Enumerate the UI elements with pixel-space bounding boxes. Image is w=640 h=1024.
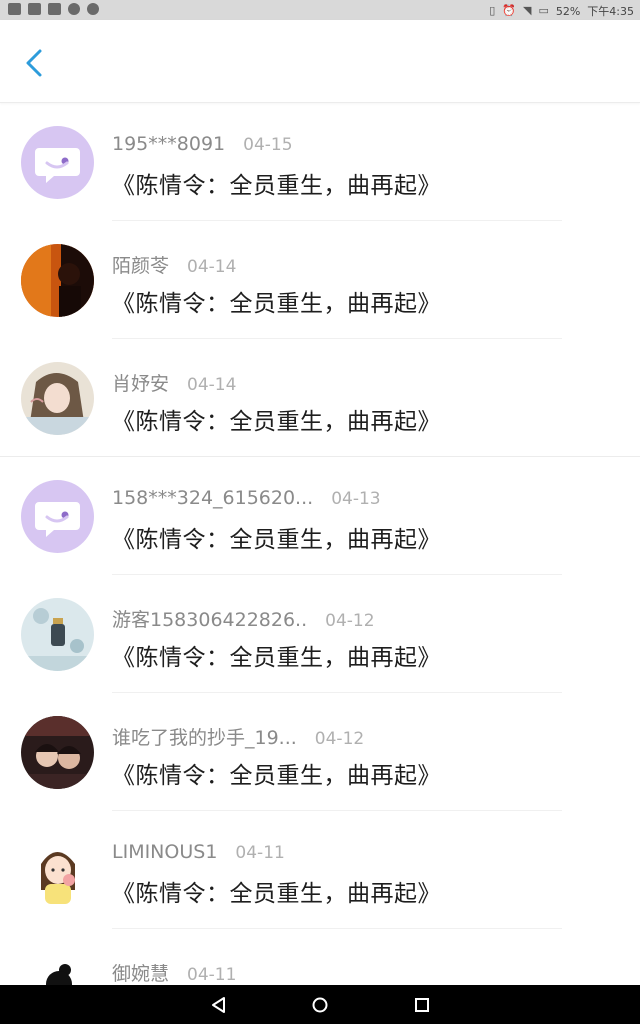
message: 《陈情令：全员重生，曲再起》 xyxy=(112,763,441,789)
list-item[interactable]: 肖妤安 04-14 《陈情令：全员重生，曲再起》 xyxy=(0,339,640,457)
avatar[interactable] xyxy=(21,598,94,671)
list-item[interactable]: 御婉慧 04-11 xyxy=(0,929,640,985)
app-icon xyxy=(48,3,61,15)
item-meta: 195***8091 04-15 xyxy=(112,133,293,155)
chevron-left-icon xyxy=(26,49,42,77)
date: 04-12 xyxy=(325,611,375,631)
avatar[interactable] xyxy=(21,126,94,199)
list-item[interactable]: 158***324_615620... 04-13 《陈情令：全员重生，曲再起》 xyxy=(0,457,640,575)
circle-icon xyxy=(68,3,80,15)
comment-list: 195***8091 04-15 《陈情令：全员重生，曲再起》 陌颜苓 04-1… xyxy=(0,103,640,985)
vibrate-icon: ▯ xyxy=(489,4,496,17)
alarm-icon: ⏰ xyxy=(502,4,516,17)
nav-recents-button[interactable] xyxy=(410,993,434,1017)
avatar[interactable] xyxy=(21,834,94,907)
date: 04-15 xyxy=(243,135,293,155)
silhouette-avatar-icon xyxy=(21,952,94,985)
message: 《陈情令：全员重生，曲再起》 xyxy=(112,173,441,199)
header xyxy=(0,20,640,103)
username: 谁吃了我的抄手_19... xyxy=(112,727,297,749)
username: 肖妤安 xyxy=(112,373,170,395)
back-button[interactable] xyxy=(18,46,52,80)
avatar[interactable] xyxy=(21,480,94,553)
illustration-avatar-icon xyxy=(21,598,94,671)
message: 《陈情令：全员重生，曲再起》 xyxy=(112,645,441,671)
date: 04-14 xyxy=(187,375,237,395)
item-meta: 肖妤安 04-14 xyxy=(112,369,236,396)
nav-back-button[interactable] xyxy=(207,993,231,1017)
nav-home-icon xyxy=(312,997,328,1013)
status-bar: ▯ ⏰ ◥ ▭ 52% 下午4:35 xyxy=(0,0,640,20)
photo-avatar-icon xyxy=(21,716,94,789)
message: 《陈情令：全员重生，曲再起》 xyxy=(112,527,441,553)
battery-icon: ▭ xyxy=(538,4,549,17)
list-item[interactable]: 谁吃了我的抄手_19... 04-12 《陈情令：全员重生，曲再起》 xyxy=(0,693,640,811)
battery-percent: 52% xyxy=(555,4,581,18)
item-meta: 御婉慧 04-11 xyxy=(112,959,236,985)
item-meta: 谁吃了我的抄手_19... 04-12 xyxy=(112,723,364,750)
list-item[interactable]: 游客158306422826.. 04-12 《陈情令：全员重生，曲再起》 xyxy=(0,575,640,693)
username: LIMINOUS1 xyxy=(112,841,218,863)
date: 04-11 xyxy=(235,843,285,863)
image-icon xyxy=(28,3,41,15)
clock: 下午4:35 xyxy=(587,5,634,18)
username: 御婉慧 xyxy=(112,963,170,985)
message: 《陈情令：全员重生，曲再起》 xyxy=(112,409,441,435)
nav-recents-icon xyxy=(415,998,429,1012)
wifi-icon: ◥ xyxy=(522,4,532,17)
username: 陌颜苓 xyxy=(112,255,170,277)
chat-bubble-icon xyxy=(21,126,94,199)
chat-bubble-icon xyxy=(21,480,94,553)
nav-back-icon xyxy=(212,997,225,1013)
message: 《陈情令：全员重生，曲再起》 xyxy=(112,881,441,907)
item-meta: LIMINOUS1 04-11 xyxy=(112,841,285,863)
notification-icons xyxy=(8,3,99,15)
item-meta: 陌颜苓 04-14 xyxy=(112,251,236,278)
anime-avatar-icon xyxy=(21,362,94,435)
item-meta: 游客158306422826.. 04-12 xyxy=(112,605,375,632)
date: 04-13 xyxy=(331,489,381,509)
username: 游客158306422826.. xyxy=(112,609,308,631)
message: 《陈情令：全员重生，曲再起》 xyxy=(112,291,441,317)
photo-avatar-icon xyxy=(21,244,94,317)
avatar[interactable] xyxy=(21,716,94,789)
date: 04-12 xyxy=(314,729,365,749)
list-item[interactable]: 陌颜苓 04-14 《陈情令：全员重生，曲再起》 xyxy=(0,221,640,339)
navigation-bar xyxy=(0,985,640,1024)
username: 158***324_615620... xyxy=(112,487,314,509)
system-indicators: ▯ ⏰ ◥ ▭ 52% 下午4:35 xyxy=(489,3,634,19)
wechat-icon xyxy=(8,3,21,15)
avatar[interactable] xyxy=(21,362,94,435)
nav-home-button[interactable] xyxy=(308,993,332,1017)
avatar[interactable] xyxy=(21,952,94,985)
list-item[interactable]: LIMINOUS1 04-11 《陈情令：全员重生，曲再起》 xyxy=(0,811,640,929)
item-meta: 158***324_615620... 04-13 xyxy=(112,487,381,509)
username: 195***8091 xyxy=(112,133,226,155)
date: 04-11 xyxy=(187,965,237,985)
weibo-icon xyxy=(87,3,99,15)
cartoon-girl-avatar-icon xyxy=(21,834,94,907)
date: 04-14 xyxy=(187,257,237,277)
avatar[interactable] xyxy=(21,244,94,317)
list-item[interactable]: 195***8091 04-15 《陈情令：全员重生，曲再起》 xyxy=(0,103,640,221)
